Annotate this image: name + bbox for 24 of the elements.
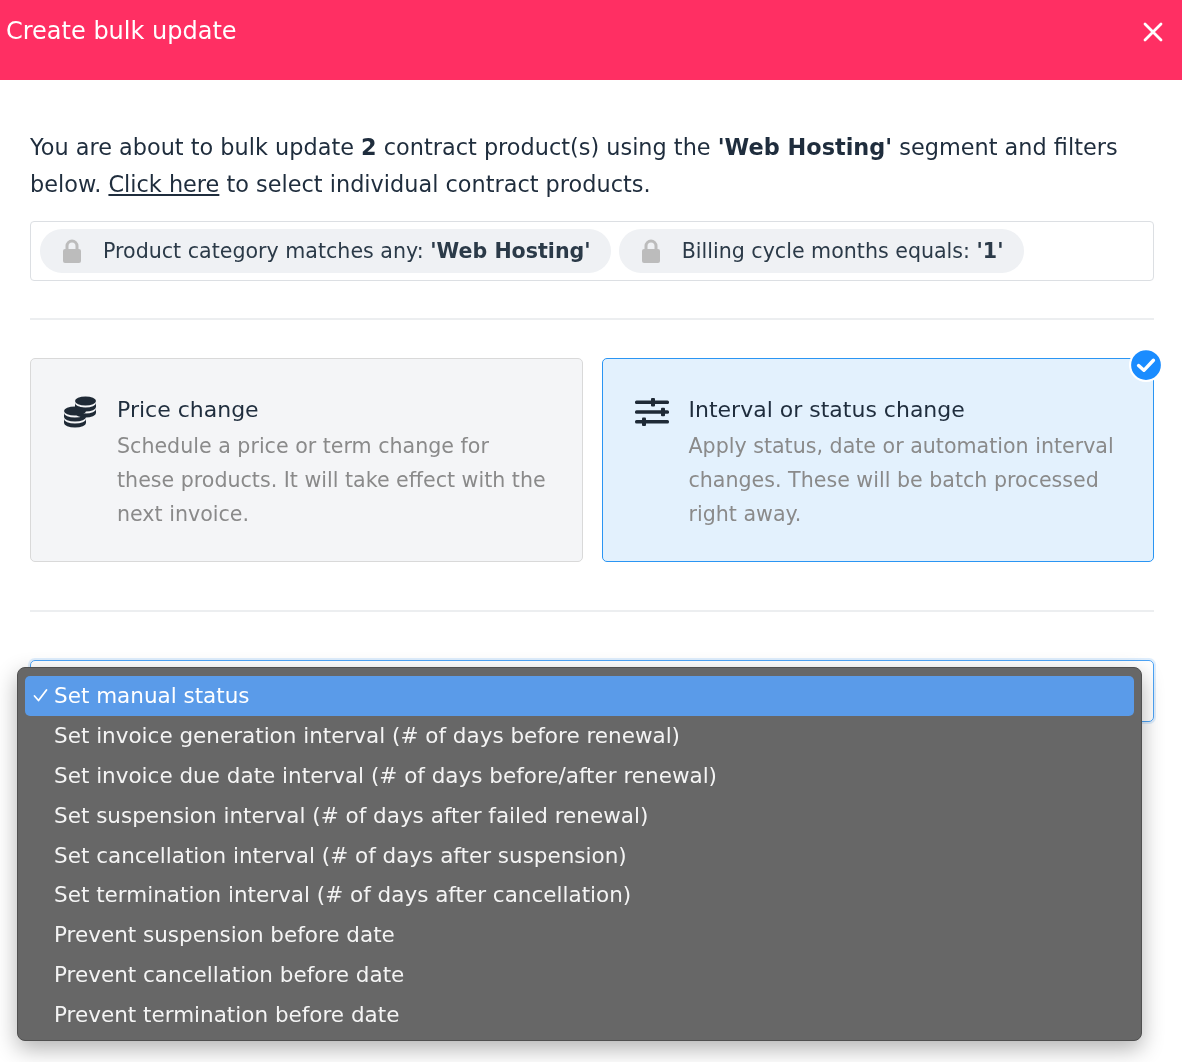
filter-label: Billing cycle months equals: '1' bbox=[681, 239, 1004, 263]
dialog-title: Create bulk update bbox=[6, 16, 237, 47]
card-description: Schedule a price or term change for these products. It will take effect with the next invoice. bbox=[117, 433, 547, 528]
card-title: Interval or status change bbox=[688, 396, 966, 424]
dropdown-option[interactable]: Prevent suspension before date bbox=[25, 914, 1134, 955]
dropdown-option[interactable]: Set invoice generation interval (# of days before renewal) bbox=[25, 715, 1134, 756]
dropdown-option[interactable]: Set manual status bbox=[25, 676, 1134, 716]
card-description: Apply status, date or automation interval changes. These will be batch processed right away. bbox=[688, 433, 1115, 528]
check-icon bbox=[33, 688, 48, 704]
dropdown-option[interactable]: Set termination interval (# of days after cancellation) bbox=[25, 875, 1134, 915]
sliders-icon bbox=[634, 398, 669, 426]
coins-icon bbox=[63, 396, 97, 429]
dropdown-option[interactable]: Set suspension interval (# of days after failed renewal) bbox=[25, 795, 1134, 836]
dropdown-option[interactable]: Set invoice due date interval (# of days before/after renewal) bbox=[25, 755, 1134, 796]
dropdown-option[interactable]: Prevent cancellation before date bbox=[25, 954, 1134, 995]
filter-label: Product category matches any: 'Web Hosting' bbox=[103, 239, 591, 263]
dropdown-option[interactable]: Set cancellation interval (# of days after suspension) bbox=[25, 835, 1134, 875]
card-title: Price change bbox=[117, 396, 260, 424]
intro-text: You are about to bulk update 2 contract product(s) using the 'Web Hosting' segment and filters below. Click here to select individual contract products. bbox=[30, 133, 1119, 199]
update-type-card[interactable]: Price change Schedule a price or term change for these products. It will take effect with the next invoice. bbox=[30, 358, 583, 562]
update-type-card[interactable]: Interval or status change Apply status, date or automation interval changes. These will be batch processed right away. bbox=[601, 358, 1154, 562]
close-icon[interactable] bbox=[1143, 22, 1163, 42]
select-products-link[interactable]: Click here bbox=[108, 171, 220, 197]
dropdown-option[interactable]: Prevent termination before date bbox=[25, 994, 1134, 1035]
